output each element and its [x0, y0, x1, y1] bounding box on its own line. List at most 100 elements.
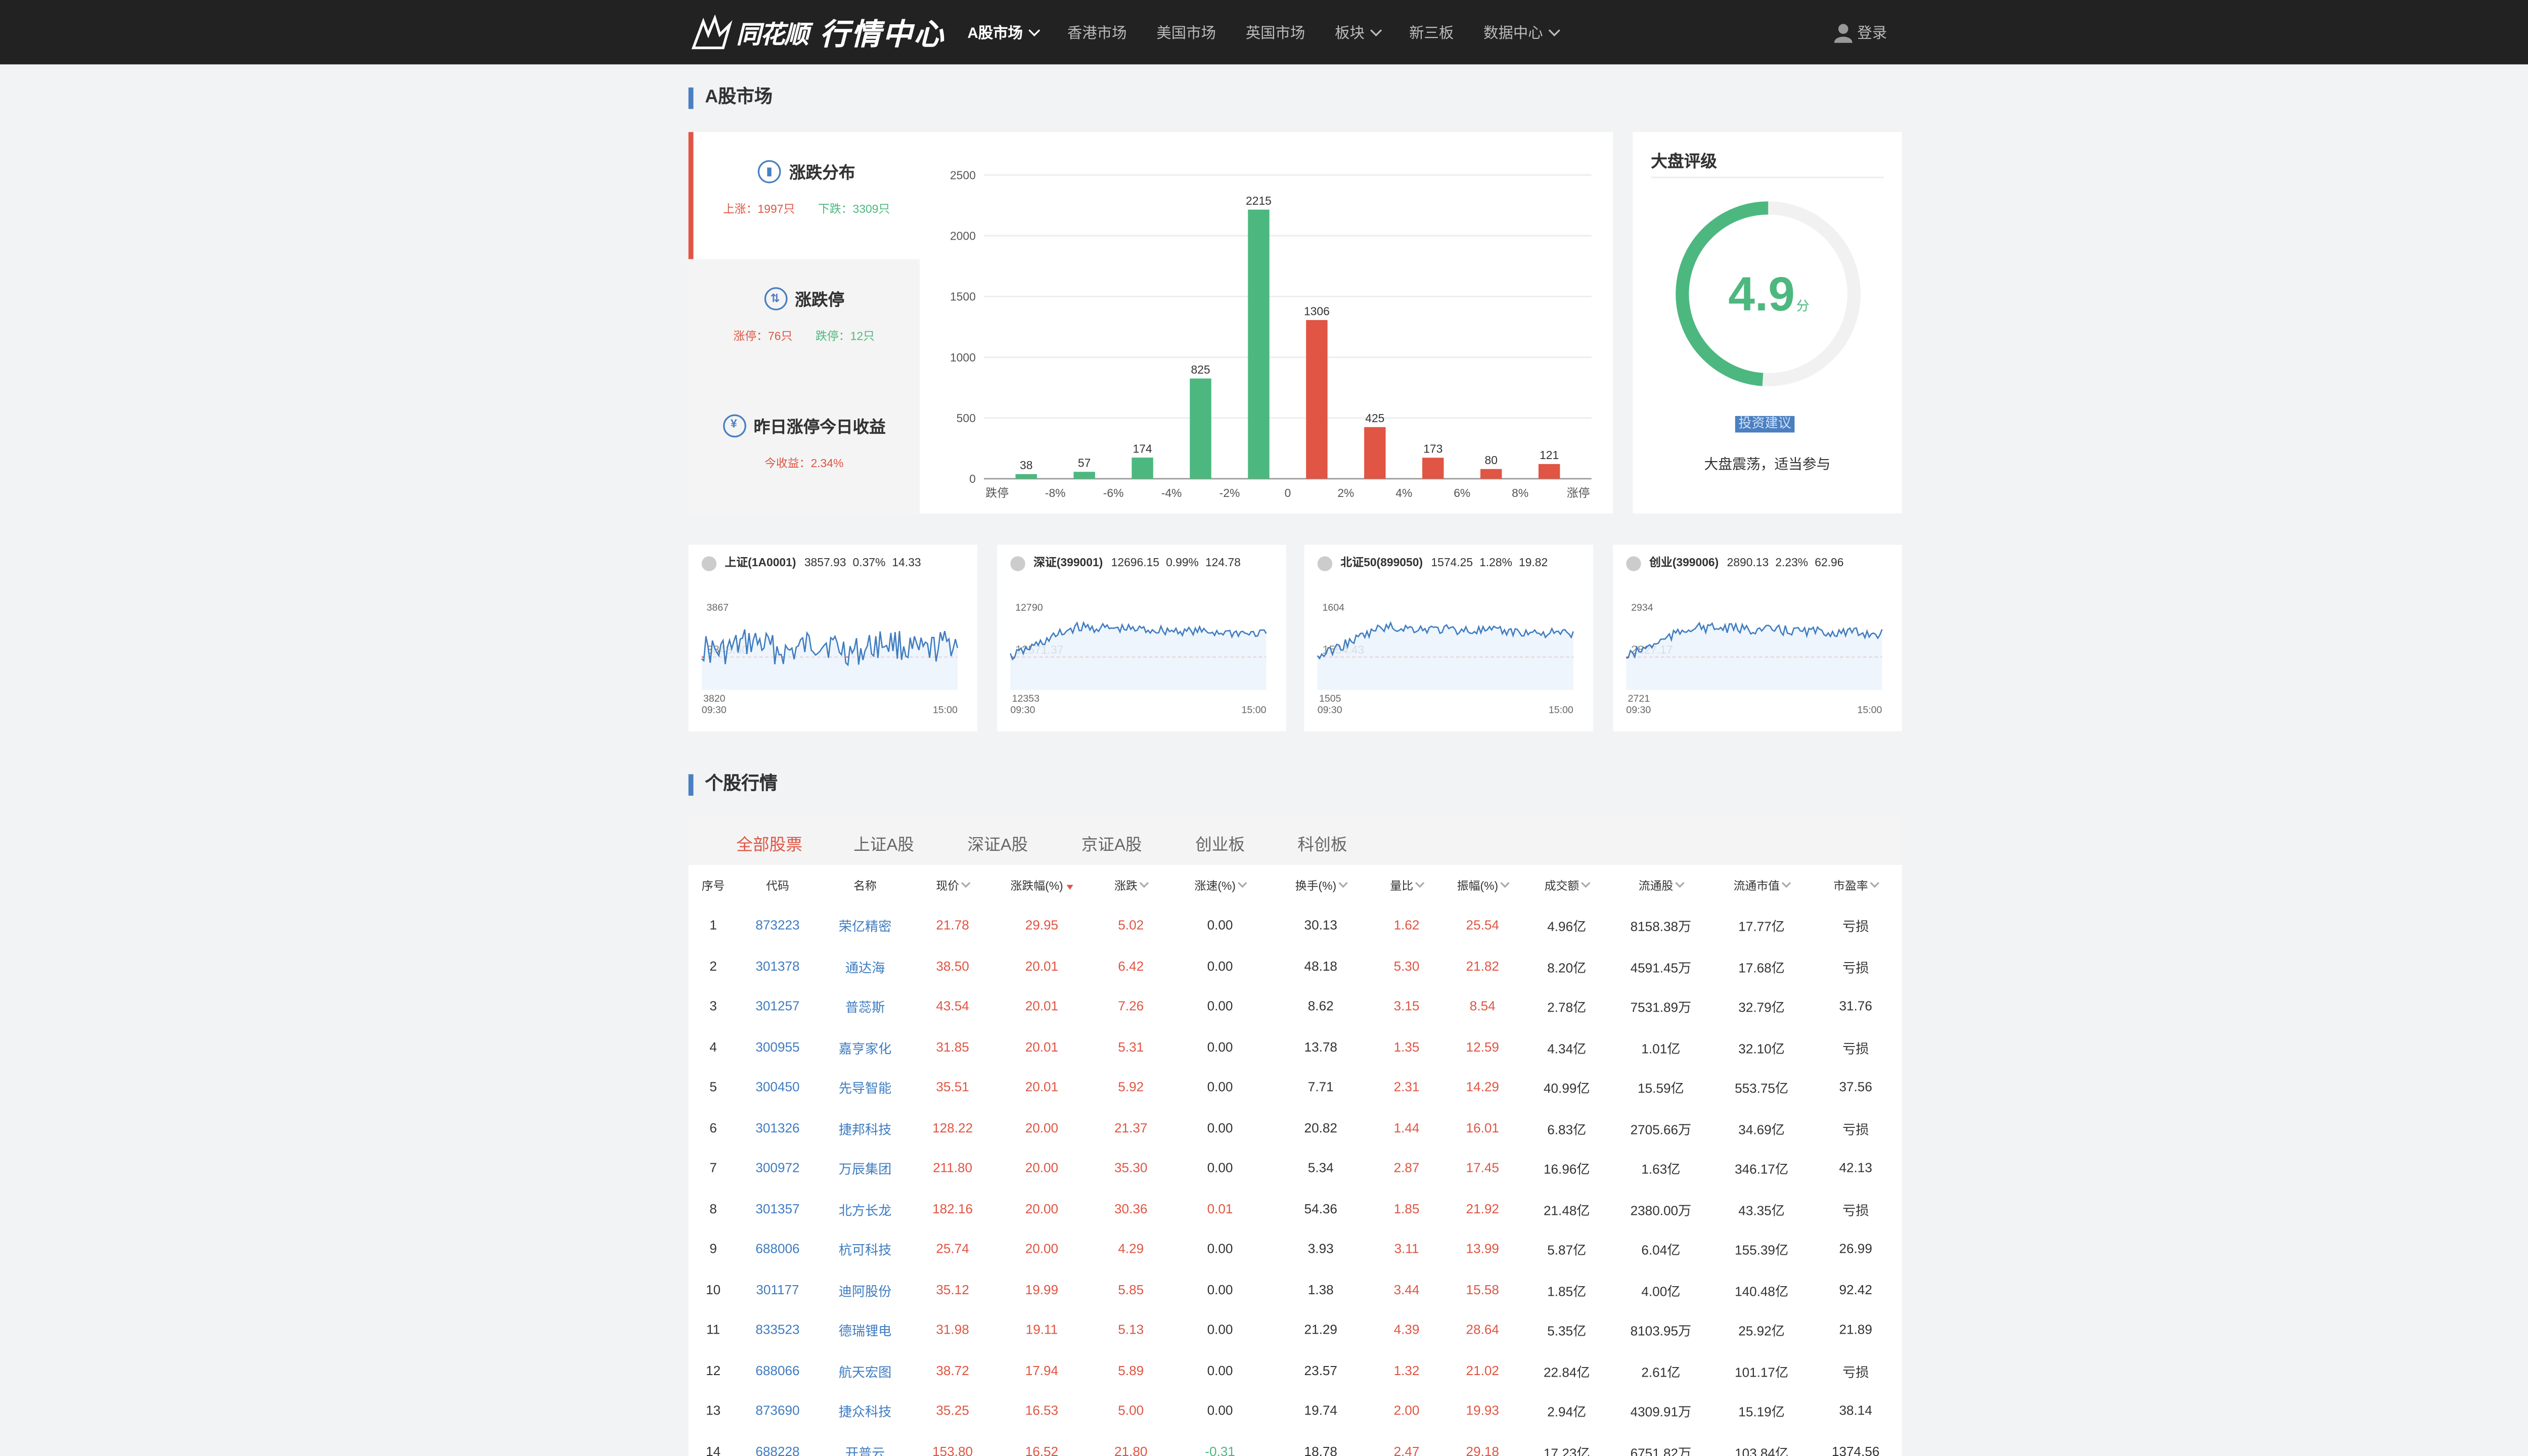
- cell-13: 26.99: [1839, 1241, 1872, 1256]
- column-header-4[interactable]: 涨跌幅(%): [1011, 878, 1073, 895]
- cell-1[interactable]: 873690: [755, 1403, 799, 1418]
- bar-value-label: 425: [1365, 412, 1384, 425]
- cell-1[interactable]: 301326: [755, 1120, 799, 1135]
- column-header-12[interactable]: 流通市值: [1734, 878, 1791, 895]
- index-card-1[interactable]: 深证(399001)12696.150.99%124.781279012571.…: [997, 544, 1286, 732]
- cell-12: 346.17亿: [1735, 1162, 1789, 1177]
- cell-1[interactable]: 300450: [755, 1080, 799, 1095]
- tab-2[interactable]: 深证A股: [967, 830, 1028, 855]
- cell-1[interactable]: 301357: [755, 1201, 799, 1216]
- nav-item-label: 数据中心: [1483, 24, 1543, 41]
- cell-2[interactable]: 普蕊斯: [845, 999, 885, 1017]
- stat-block-1[interactable]: ⇅ 涨跌停 涨停：76只 跌停：12只: [688, 259, 920, 387]
- cell-2[interactable]: 捷邦科技: [839, 1120, 891, 1139]
- cell-12: 32.79亿: [1738, 1000, 1785, 1016]
- nav-item-5[interactable]: 新三板: [1409, 21, 1454, 42]
- stocks-section-title: 个股行情: [688, 774, 778, 796]
- column-header-3[interactable]: 现价: [936, 878, 971, 895]
- cell-1[interactable]: 688066: [755, 1363, 799, 1378]
- cell-9: 8.54: [1469, 998, 1496, 1014]
- cell-8: 1.62: [1393, 918, 1420, 933]
- cell-13: 亏损: [1842, 919, 1869, 935]
- index-card-2[interactable]: 北证50(899050)1574.251.28%19.8216041554.43…: [1304, 544, 1594, 732]
- tab-0[interactable]: 全部股票: [736, 830, 802, 855]
- cell-8: 1.35: [1393, 1039, 1420, 1054]
- tab-5[interactable]: 科创板: [1298, 830, 1347, 855]
- column-header-label: 量比: [1390, 881, 1414, 893]
- cell-13: 42.13: [1839, 1160, 1872, 1175]
- cell-10: 21.48亿: [1544, 1202, 1590, 1218]
- chart-end-time: 15:00: [933, 705, 958, 716]
- login-link[interactable]: 登录: [1834, 0, 1887, 64]
- column-header-7[interactable]: 换手(%): [1295, 878, 1348, 895]
- column-header-13[interactable]: 市盈率: [1833, 878, 1879, 895]
- column-header-11[interactable]: 流通股: [1639, 878, 1685, 895]
- cell-4: 20.00: [1025, 1160, 1059, 1175]
- cell-1[interactable]: 833523: [755, 1323, 799, 1337]
- tab-4[interactable]: 创业板: [1195, 830, 1245, 855]
- cell-1[interactable]: 301177: [756, 1282, 799, 1297]
- cell-2[interactable]: 航天宏图: [839, 1363, 891, 1381]
- cell-7: 54.36: [1304, 1201, 1337, 1216]
- nav-item-4[interactable]: 板块: [1335, 21, 1381, 42]
- stat-block-0[interactable]: ▮ 涨跌分布 上涨：1997只 下跌：3309只: [688, 132, 920, 259]
- cell-1[interactable]: 301378: [755, 959, 799, 973]
- bar: [1132, 458, 1153, 479]
- cell-6: 0.00: [1207, 1079, 1233, 1095]
- a-share-section-title: A股市场: [688, 87, 773, 109]
- cell-7: 13.78: [1304, 1039, 1337, 1054]
- cell-1[interactable]: 873223: [755, 918, 799, 933]
- cell-13: 38.14: [1839, 1403, 1872, 1418]
- nav-item-3[interactable]: 英国市场: [1246, 21, 1305, 42]
- cell-2[interactable]: 嘉亨家化: [839, 1039, 891, 1058]
- cell-1[interactable]: 300955: [755, 1039, 799, 1054]
- cell-10: 5.87亿: [1547, 1243, 1587, 1258]
- cell-1[interactable]: 688228: [755, 1444, 799, 1456]
- cell-2[interactable]: 开普云: [845, 1444, 885, 1456]
- column-header-9[interactable]: 振幅(%): [1457, 878, 1510, 895]
- cell-2[interactable]: 德瑞锂电: [839, 1323, 891, 1341]
- nav-item-0[interactable]: A股市场: [967, 21, 1040, 42]
- cell-8: 3.44: [1393, 1282, 1420, 1297]
- cell-12: 140.48亿: [1735, 1283, 1789, 1299]
- column-header-8[interactable]: 量比: [1390, 878, 1425, 895]
- nav-item-6[interactable]: 数据中心: [1483, 21, 1560, 42]
- cell-2[interactable]: 捷众科技: [839, 1403, 891, 1422]
- cell-6: 0.00: [1207, 1039, 1233, 1054]
- cell-1[interactable]: 301257: [755, 999, 799, 1014]
- cell-2[interactable]: 万辰集团: [839, 1161, 891, 1179]
- column-header-10[interactable]: 成交额: [1545, 878, 1591, 895]
- cell-4: 16.53: [1025, 1403, 1059, 1418]
- cell-2[interactable]: 迪阿股份: [839, 1282, 891, 1300]
- cell-2[interactable]: 先导智能: [839, 1080, 891, 1098]
- cell-0: 11: [706, 1322, 720, 1337]
- index-card-0[interactable]: 上证(1A0001)3857.930.37%14.3338673843.6038…: [688, 544, 978, 732]
- bar: [1190, 378, 1211, 479]
- sort-icon: [1870, 878, 1879, 888]
- chart-start-time: 09:30: [1626, 705, 1651, 716]
- column-header-5[interactable]: 涨跌: [1114, 878, 1149, 895]
- cell-2[interactable]: 通达海: [845, 959, 885, 977]
- cell-4: 20.01: [1025, 1039, 1059, 1054]
- x-tick-label: -8%: [1045, 486, 1066, 499]
- cell-2[interactable]: 杭可科技: [839, 1242, 891, 1260]
- advice-text: 大盘震荡，适当参与: [1704, 456, 1831, 472]
- stat-side-menu: ▮ 涨跌分布 上涨：1997只 下跌：3309只 ⇅ 涨跌停 涨停：76只 跌停：12只 ¥ 昨日…: [688, 132, 920, 514]
- cell-1[interactable]: 688006: [755, 1242, 799, 1256]
- market-rating-card: 大盘评级 4.9 分 投资建议 大盘震荡，适当参与: [1633, 132, 1902, 514]
- cell-1[interactable]: 300972: [755, 1161, 799, 1175]
- nav-item-2[interactable]: 美国市场: [1156, 21, 1216, 42]
- main-nav: A股市场 香港市场 美国市场 英国市场 板块 新三板 数据中心: [967, 0, 1587, 64]
- logo[interactable]: 同花顺 行情中心: [690, 12, 945, 55]
- chart-low-label: 3820: [703, 693, 726, 704]
- index-card-3[interactable]: 创业(399006)2890.132.23%62.9629342827.1727…: [1613, 544, 1902, 732]
- tab-1[interactable]: 上证A股: [853, 830, 914, 855]
- advice-badge[interactable]: 投资建议: [1735, 416, 1795, 433]
- cell-10: 2.78亿: [1547, 1000, 1587, 1016]
- nav-item-1[interactable]: 香港市场: [1067, 21, 1127, 42]
- cell-2[interactable]: 北方长龙: [839, 1201, 891, 1219]
- cell-12: 15.19亿: [1738, 1404, 1785, 1420]
- column-header-6[interactable]: 涨速(%): [1195, 878, 1247, 895]
- tab-3[interactable]: 京证A股: [1081, 830, 1142, 855]
- cell-2[interactable]: 荣亿精密: [839, 918, 891, 936]
